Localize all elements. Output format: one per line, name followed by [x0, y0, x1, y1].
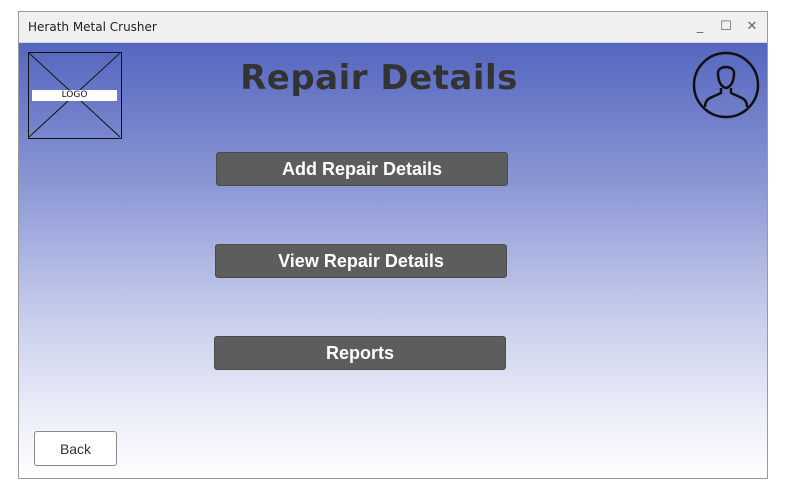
minimize-icon[interactable]: _ — [693, 18, 707, 34]
main-content: LOGO Repair Details Add Repair Details V… — [19, 43, 767, 478]
window-title: Herath Metal Crusher — [28, 20, 157, 34]
app-window: Herath Metal Crusher _ ☐ ✕ LOGO Repair D… — [18, 11, 768, 479]
back-button[interactable]: Back — [34, 431, 117, 466]
maximize-icon[interactable]: ☐ — [719, 18, 733, 34]
add-repair-details-button[interactable]: Add Repair Details — [216, 152, 508, 186]
close-icon[interactable]: ✕ — [745, 18, 759, 34]
view-repair-details-button[interactable]: View Repair Details — [215, 244, 507, 278]
reports-button[interactable]: Reports — [214, 336, 506, 370]
user-profile-icon[interactable] — [692, 51, 760, 119]
page-title: Repair Details — [240, 58, 518, 98]
window-controls: _ ☐ ✕ — [693, 18, 759, 34]
title-bar: Herath Metal Crusher _ ☐ ✕ — [19, 12, 767, 43]
